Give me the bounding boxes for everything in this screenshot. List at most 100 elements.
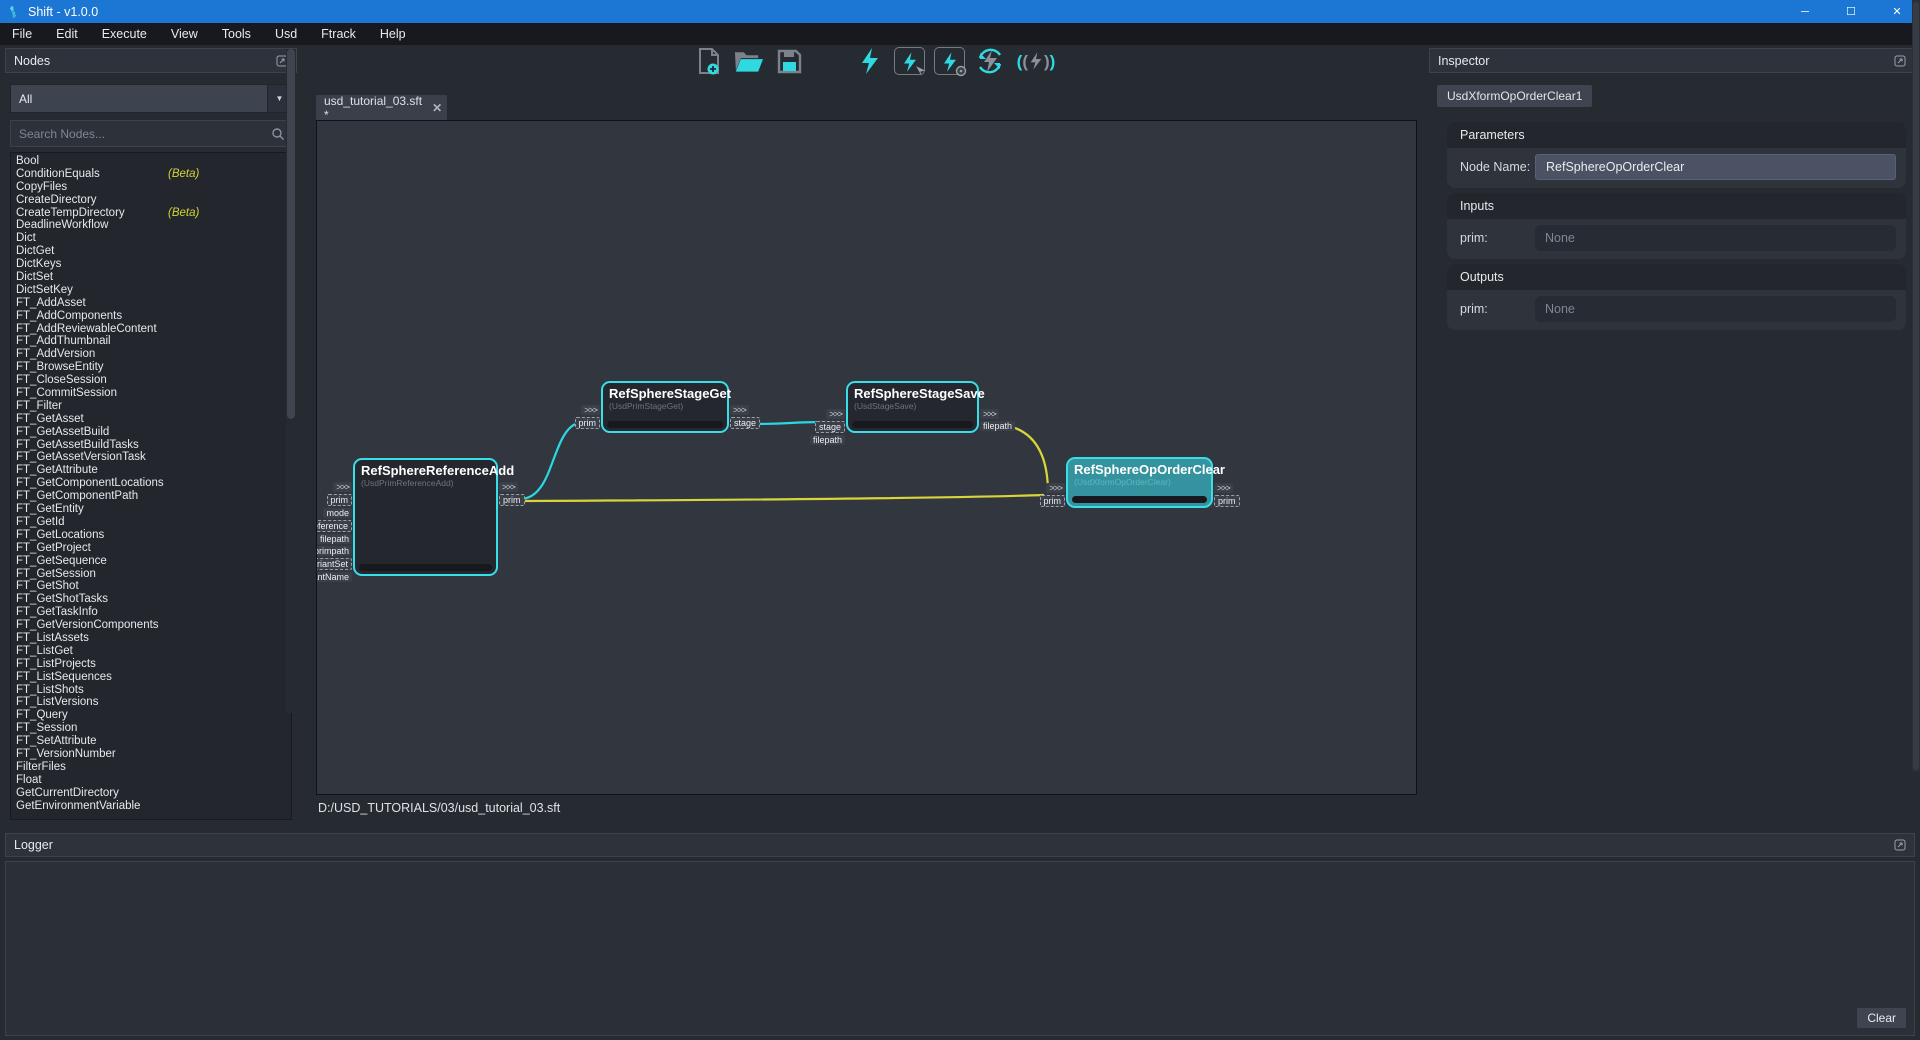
graph-node-refsphere-reference-add[interactable]: RefSphereReferenceAdd (UsdPrimReferenceA…: [353, 458, 498, 576]
node-type-item[interactable]: FT_Filter: [16, 400, 291, 413]
node-type-item[interactable]: FT_Session: [16, 722, 291, 735]
port-prim[interactable]: prim: [575, 417, 601, 429]
node-type-item[interactable]: FT_GetTaskInfo: [16, 606, 291, 619]
node-type-item[interactable]: FT_ListShots: [16, 684, 291, 697]
node-type-item[interactable]: FT_ListGet: [16, 645, 291, 658]
node-type-item[interactable]: ConditionEquals(Beta): [16, 168, 291, 181]
node-type-item[interactable]: FT_ListAssets: [16, 632, 291, 645]
node-type-item[interactable]: FT_GetComponentPath: [16, 490, 291, 503]
node-type-item[interactable]: FT_GetAsset: [16, 413, 291, 426]
node-type-item[interactable]: FT_Query: [16, 709, 291, 722]
node-type-item[interactable]: FT_GetEntity: [16, 503, 291, 516]
menu-tools[interactable]: Tools: [210, 24, 263, 44]
node-type-item[interactable]: FT_ListSequences: [16, 671, 291, 684]
node-type-item[interactable]: FT_BrowseEntity: [16, 361, 291, 374]
node-type-item[interactable]: DeadlineWorkflow: [16, 219, 291, 232]
node-type-item[interactable]: FT_GetComponentLocations: [16, 477, 291, 490]
node-type-item[interactable]: FT_GetSequence: [16, 555, 291, 568]
graph-node-refsphere-stage-get[interactable]: RefSphereStageGet (UsdPrimStageGet) >>>p…: [601, 381, 729, 433]
node-type-item[interactable]: FT_GetSession: [16, 568, 291, 581]
undock-icon[interactable]: [1894, 839, 1906, 851]
node-type-item[interactable]: GetCurrentDirectory: [16, 787, 291, 800]
node-type-item[interactable]: FT_GetVersionComponents: [16, 619, 291, 632]
node-type-item[interactable]: FT_GetAssetBuild: [16, 426, 291, 439]
node-type-item[interactable]: FT_GetId: [16, 516, 291, 529]
inspector-scrollbar[interactable]: [1912, 0, 1920, 772]
port-variantSet[interactable]: variantSet: [316, 558, 352, 570]
menu-execute[interactable]: Execute: [90, 24, 159, 44]
node-type-item[interactable]: Float: [16, 774, 291, 787]
clear-logger-button[interactable]: Clear: [1856, 1007, 1907, 1029]
node-type-item[interactable]: GetEnvironmentVariable: [16, 800, 291, 813]
node-type-item[interactable]: FT_SetAttribute: [16, 735, 291, 748]
node-type-item[interactable]: CreateTempDirectory(Beta): [16, 207, 291, 220]
node-type-item[interactable]: FT_ListVersions: [16, 696, 291, 709]
live-execute-icon[interactable]: (( )): [1014, 47, 1058, 75]
save-file-icon[interactable]: [773, 47, 804, 75]
port-chevron-icon[interactable]: >>>: [333, 482, 352, 492]
node-type-item[interactable]: FT_GetAttribute: [16, 464, 291, 477]
port-reference[interactable]: reference: [316, 520, 352, 532]
new-file-icon[interactable]: [693, 47, 724, 75]
port-filepath[interactable]: filepath: [980, 421, 1015, 431]
port-filepath[interactable]: filepath: [317, 534, 352, 544]
node-name-input[interactable]: RefSphereOpOrderClear: [1535, 154, 1896, 180]
node-type-item[interactable]: FT_AddReviewableContent: [16, 323, 291, 336]
graph-node-refsphere-stage-save[interactable]: RefSphereStageSave (UsdStageSave) >>>sta…: [846, 381, 979, 433]
input-prim-value[interactable]: None: [1535, 225, 1896, 251]
node-type-item[interactable]: DictGet: [16, 245, 291, 258]
minimize-icon[interactable]: ─: [1782, 0, 1828, 23]
node-list-scrollbar[interactable]: [286, 49, 296, 713]
execute-until-icon[interactable]: [934, 47, 965, 75]
inspected-node-tab[interactable]: UsdXformOpOrderClear1: [1437, 85, 1592, 107]
node-type-item[interactable]: FT_AddThumbnail: [16, 335, 291, 348]
node-type-item[interactable]: FT_GetAssetBuildTasks: [16, 439, 291, 452]
port-prim[interactable]: prim: [1214, 495, 1240, 507]
port-chevron-icon[interactable]: >>>: [1214, 483, 1233, 493]
node-type-item[interactable]: FT_AddAsset: [16, 297, 291, 310]
node-type-item[interactable]: FT_AddVersion: [16, 348, 291, 361]
port-primpath[interactable]: primpath: [316, 546, 352, 556]
undock-icon[interactable]: [1894, 55, 1906, 67]
output-prim-value[interactable]: None: [1535, 296, 1896, 322]
port-mode[interactable]: mode: [323, 508, 352, 518]
graph-node-refsphere-op-order-clear[interactable]: RefSphereOpOrderClear (UsdXformOpOrderCl…: [1066, 457, 1213, 508]
node-type-item[interactable]: FT_GetShotTasks: [16, 593, 291, 606]
port-stage[interactable]: stage: [815, 421, 845, 433]
execute-selected-icon[interactable]: [894, 47, 925, 75]
port-chevron-icon[interactable]: >>>: [826, 409, 845, 419]
menu-usd[interactable]: Usd: [263, 24, 309, 44]
port-prim[interactable]: prim: [327, 494, 353, 506]
node-type-item[interactable]: CreateDirectory: [16, 194, 291, 207]
port-prim[interactable]: prim: [499, 494, 525, 506]
port-chevron-icon[interactable]: >>>: [499, 482, 518, 492]
port-chevron-icon[interactable]: >>>: [980, 409, 999, 419]
maximize-icon[interactable]: ☐: [1828, 0, 1874, 23]
search-input[interactable]: Search Nodes...: [10, 120, 292, 147]
node-type-item[interactable]: FilterFiles: [16, 761, 291, 774]
port-prim[interactable]: prim: [1040, 495, 1066, 507]
menu-help[interactable]: Help: [368, 24, 418, 44]
node-type-item[interactable]: Dict: [16, 232, 291, 245]
tab-usd-tutorial-03[interactable]: usd_tutorial_03.sft * ✕: [316, 95, 447, 120]
port-chevron-icon[interactable]: >>>: [581, 405, 600, 415]
node-type-item[interactable]: CopyFiles: [16, 181, 291, 194]
port-chevron-icon[interactable]: >>>: [1046, 483, 1065, 493]
node-type-item[interactable]: FT_GetProject: [16, 542, 291, 555]
node-type-item[interactable]: FT_CloseSession: [16, 374, 291, 387]
node-type-item[interactable]: FT_GetAssetVersionTask: [16, 451, 291, 464]
node-type-item[interactable]: DictSet: [16, 271, 291, 284]
open-file-icon[interactable]: [733, 47, 764, 75]
tab-close-icon[interactable]: ✕: [432, 101, 442, 115]
port-variantName[interactable]: variantName: [316, 572, 352, 582]
node-type-item[interactable]: FT_VersionNumber: [16, 748, 291, 761]
node-filter-dropdown[interactable]: All ▼: [10, 84, 292, 113]
menu-view[interactable]: View: [159, 24, 210, 44]
node-type-item[interactable]: FT_GetShot: [16, 580, 291, 593]
port-stage[interactable]: stage: [730, 417, 760, 429]
scrollbar-thumb[interactable]: [287, 49, 295, 419]
menu-edit[interactable]: Edit: [44, 24, 90, 44]
node-type-item[interactable]: FT_ListProjects: [16, 658, 291, 671]
node-type-item[interactable]: Bool: [16, 155, 291, 168]
port-chevron-icon[interactable]: >>>: [730, 405, 749, 415]
